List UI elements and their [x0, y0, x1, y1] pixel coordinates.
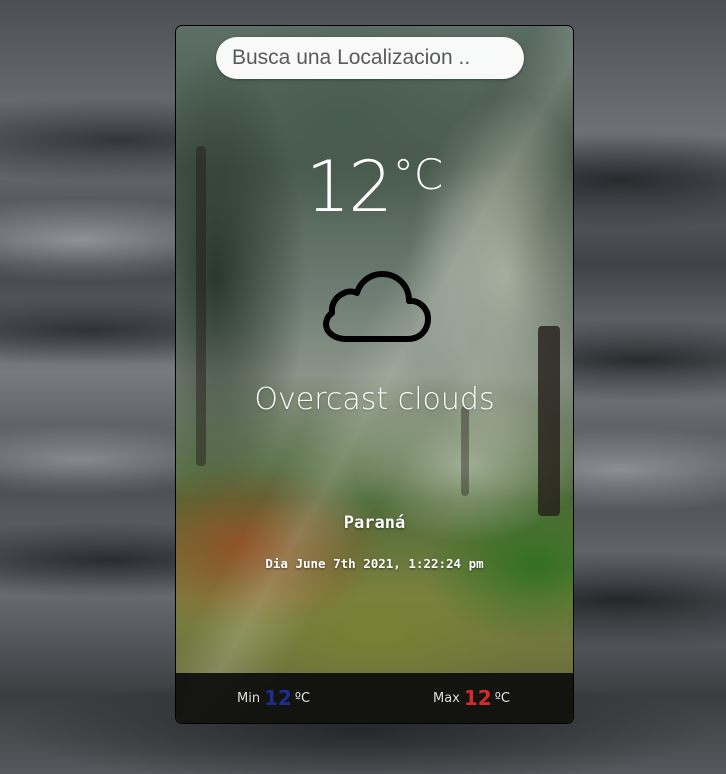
min-unit: ºC [294, 690, 311, 706]
date-time: Dia June 7th 2021, 1:22:24 pm [265, 556, 484, 571]
min-temperature: Min 12 ºC [237, 673, 310, 723]
max-temperature: Max 12 ºC [433, 673, 510, 723]
min-max-footer: Min 12 ºC Max 12 ºC [176, 673, 573, 723]
city-name: Paraná [343, 513, 406, 533]
cloud-icon [323, 271, 431, 342]
temperature-unit: °C [392, 150, 444, 199]
max-value: 12 [463, 686, 492, 710]
temperature-value: 12 [305, 146, 393, 228]
forest-background-image [176, 26, 573, 723]
search-input[interactable] [216, 37, 524, 79]
max-unit: ºC [494, 690, 510, 706]
current-temperature: 12°C [176, 146, 573, 228]
weather-description: Overcast clouds [254, 382, 495, 417]
min-label: Min [237, 690, 261, 706]
max-label: Max [433, 690, 460, 706]
weather-card: 12°C Overcast clouds Paraná Dia June 7th… [175, 25, 574, 724]
min-value: 12 [264, 686, 292, 710]
search-box[interactable] [216, 37, 524, 79]
